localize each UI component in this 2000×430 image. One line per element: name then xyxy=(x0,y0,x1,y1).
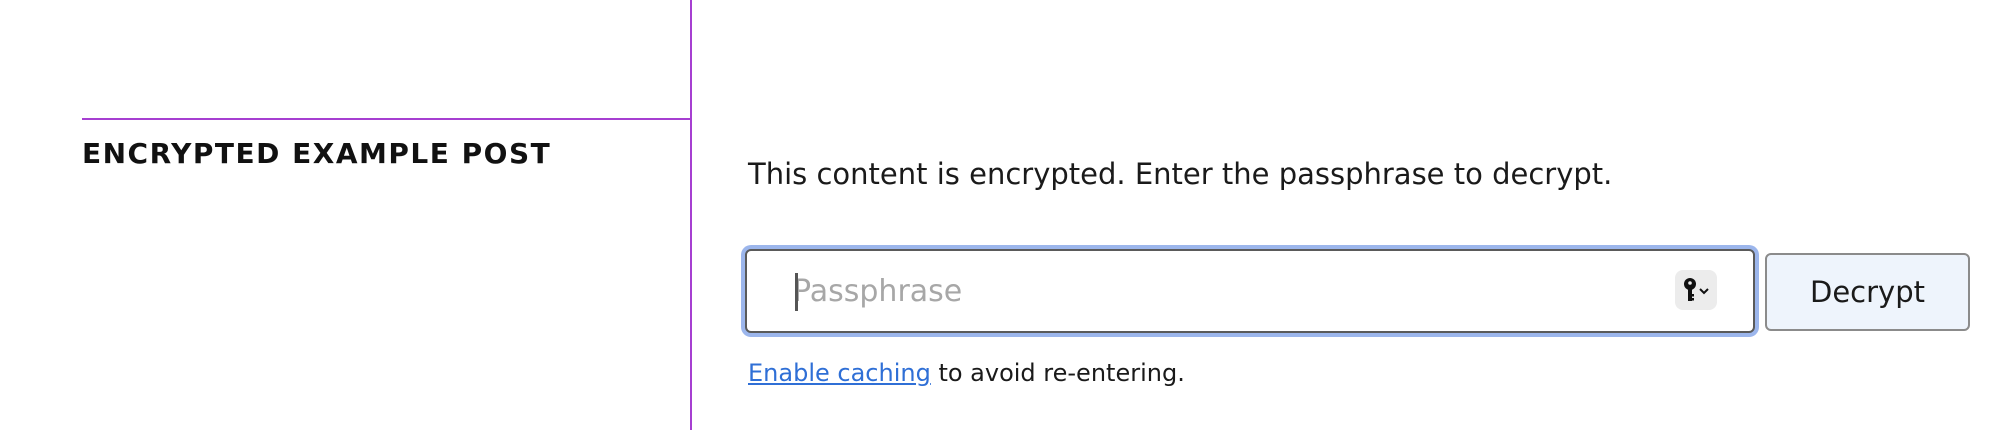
page: ENCRYPTED EXAMPLE POST This content is e… xyxy=(0,0,2000,430)
passphrase-field[interactable] xyxy=(745,249,1755,333)
caching-hint-text: to avoid re-entering. xyxy=(930,359,1185,387)
horizontal-divider xyxy=(82,118,691,120)
enable-caching-link[interactable]: Enable caching xyxy=(748,359,931,387)
caching-hint: Enable caching to avoid re-entering. xyxy=(748,356,1185,390)
encryption-notice: This content is encrypted. Enter the pas… xyxy=(748,157,1613,191)
decrypt-button[interactable]: Decrypt xyxy=(1765,253,1970,331)
text-caret xyxy=(795,273,798,311)
passphrase-input[interactable] xyxy=(793,263,1653,319)
post-title: ENCRYPTED EXAMPLE POST xyxy=(82,137,552,170)
password-manager-key-icon[interactable] xyxy=(1675,270,1717,310)
key-icon xyxy=(1684,278,1709,301)
vertical-divider xyxy=(690,0,692,430)
